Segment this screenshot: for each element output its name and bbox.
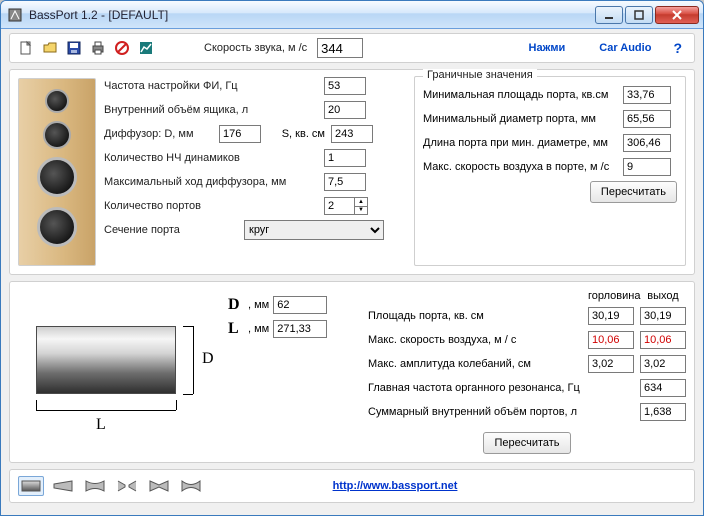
woofer-count-label: Количество НЧ динамиков [104, 152, 324, 164]
xmax-label: Максимальный ход диффузора, мм [104, 176, 324, 188]
chart-icon[interactable] [136, 38, 156, 58]
recalc-results-button[interactable]: Пересчитать [483, 432, 570, 454]
port-section-select[interactable]: круг [244, 220, 384, 240]
shape-hourglass2[interactable] [146, 476, 172, 496]
amp-exit [640, 355, 686, 373]
diffuser-s-label: S, кв. см [267, 128, 325, 140]
diffuser-d-input[interactable] [219, 125, 261, 143]
col-exit-header: выход [640, 290, 686, 302]
port-count-label: Количество портов [104, 200, 324, 212]
organ-freq [640, 379, 686, 397]
d-input[interactable] [273, 296, 327, 314]
geometry-inputs: D , мм L , мм [228, 290, 358, 454]
sum-vol [640, 403, 686, 421]
press-link[interactable]: Нажми [529, 42, 566, 54]
soundspeed-label: Скорость звука, м /с [204, 42, 307, 54]
int-volume-label: Внутренний объём ящика, л [104, 104, 324, 116]
port-count-up[interactable]: ▲ [355, 198, 367, 207]
shape-cone[interactable] [50, 476, 76, 496]
port-shape-buttons [18, 476, 204, 496]
area-exit [640, 307, 686, 325]
results-grid: горловина выход Площадь порта, кв. см Ма… [368, 290, 686, 454]
open-file-icon[interactable] [40, 38, 60, 58]
xmax-input[interactable] [324, 173, 366, 191]
tuning-freq-label: Частота настройки ФИ, Гц [104, 80, 324, 92]
cancel-icon[interactable] [112, 38, 132, 58]
port-count-down[interactable]: ▼ [355, 207, 367, 215]
shape-hourglass3[interactable] [178, 476, 204, 496]
int-volume-input[interactable] [324, 101, 366, 119]
amp-throat [588, 355, 634, 373]
soundspeed-input[interactable] [317, 38, 363, 58]
diffuser-d-label: Диффузор: D, мм [104, 128, 219, 140]
l-symbol: L [228, 320, 246, 338]
footer-bar: http://www.bassport.net [9, 469, 695, 503]
close-button[interactable] [655, 6, 699, 24]
port-section-label: Сечение порта [104, 224, 244, 236]
toolbar: Скорость звука, м /с Нажми Car Audio ? [9, 33, 695, 63]
d-symbol: D [228, 296, 246, 314]
len-mindiam-output [623, 134, 671, 152]
app-icon [7, 7, 23, 23]
min-area-output [623, 86, 671, 104]
website-link[interactable]: http://www.bassport.net [333, 480, 458, 492]
limits-fieldset: Граничные значения Минимальная площадь п… [414, 76, 686, 266]
max-airspeed-input[interactable] [623, 158, 671, 176]
titlebar[interactable]: BassPort 1.2 - [DEFAULT] [1, 1, 703, 29]
new-file-icon[interactable] [16, 38, 36, 58]
maximize-button[interactable] [625, 6, 653, 24]
diagram-d-label: D [202, 350, 214, 368]
diagram-l-label: L [96, 416, 106, 434]
shape-flare[interactable] [82, 476, 108, 496]
port-area-label: Площадь порта, кв. см [368, 310, 588, 322]
l-output [273, 320, 327, 338]
d-unit: , мм [248, 299, 269, 311]
organ-freq-label: Главная частота органного резонанса, Гц [368, 382, 588, 394]
shape-hourglass1[interactable] [114, 476, 140, 496]
content-area: Скорость звука, м /с Нажми Car Audio ? Ч… [1, 29, 703, 515]
car-audio-link[interactable]: Car Audio [599, 42, 651, 54]
max-airspeed-label: Макс. скорость воздуха в порте, м /с [423, 161, 623, 173]
port-count-input[interactable] [324, 197, 354, 215]
len-mindiam-label: Длина порта при мин. диаметре, мм [423, 137, 623, 149]
amplitude-label: Макс. амплитуда колебаний, см [368, 358, 588, 370]
input-params: Частота настройки ФИ, Гц Внутренний объё… [104, 76, 406, 266]
l-unit: , мм [248, 323, 269, 335]
results-panel: D L D , мм L , мм горловина выход [9, 281, 695, 463]
min-diam-label: Минимальный диаметр порта, мм [423, 113, 623, 125]
result-airspeed-label: Макс. скорость воздуха, м / с [368, 334, 588, 346]
shape-cylinder[interactable] [18, 476, 44, 496]
help-icon[interactable]: ? [673, 40, 682, 56]
airspeed-throat [588, 331, 634, 349]
tuning-freq-input[interactable] [324, 77, 366, 95]
app-window: BassPort 1.2 - [DEFAULT] Скорость звука,… [0, 0, 704, 516]
diffuser-s-output [331, 125, 373, 143]
area-throat [588, 307, 634, 325]
woofer-count-input[interactable] [324, 149, 366, 167]
speaker-image [18, 78, 96, 266]
airspeed-exit [640, 331, 686, 349]
print-icon[interactable] [88, 38, 108, 58]
save-file-icon[interactable] [64, 38, 84, 58]
parameters-panel: Частота настройки ФИ, Гц Внутренний объё… [9, 69, 695, 275]
sum-vol-label: Суммарный внутренний объём портов, л [368, 406, 588, 418]
port-diagram: D L [18, 290, 218, 450]
window-controls [595, 6, 699, 24]
minimize-button[interactable] [595, 6, 623, 24]
window-title: BassPort 1.2 - [DEFAULT] [29, 8, 595, 22]
min-diam-output [623, 110, 671, 128]
min-area-label: Минимальная площадь порта, кв.см [423, 89, 623, 101]
limits-legend: Граничные значения [423, 69, 537, 81]
col-throat-header: горловина [588, 290, 634, 302]
recalc-limits-button[interactable]: Пересчитать [590, 181, 677, 203]
